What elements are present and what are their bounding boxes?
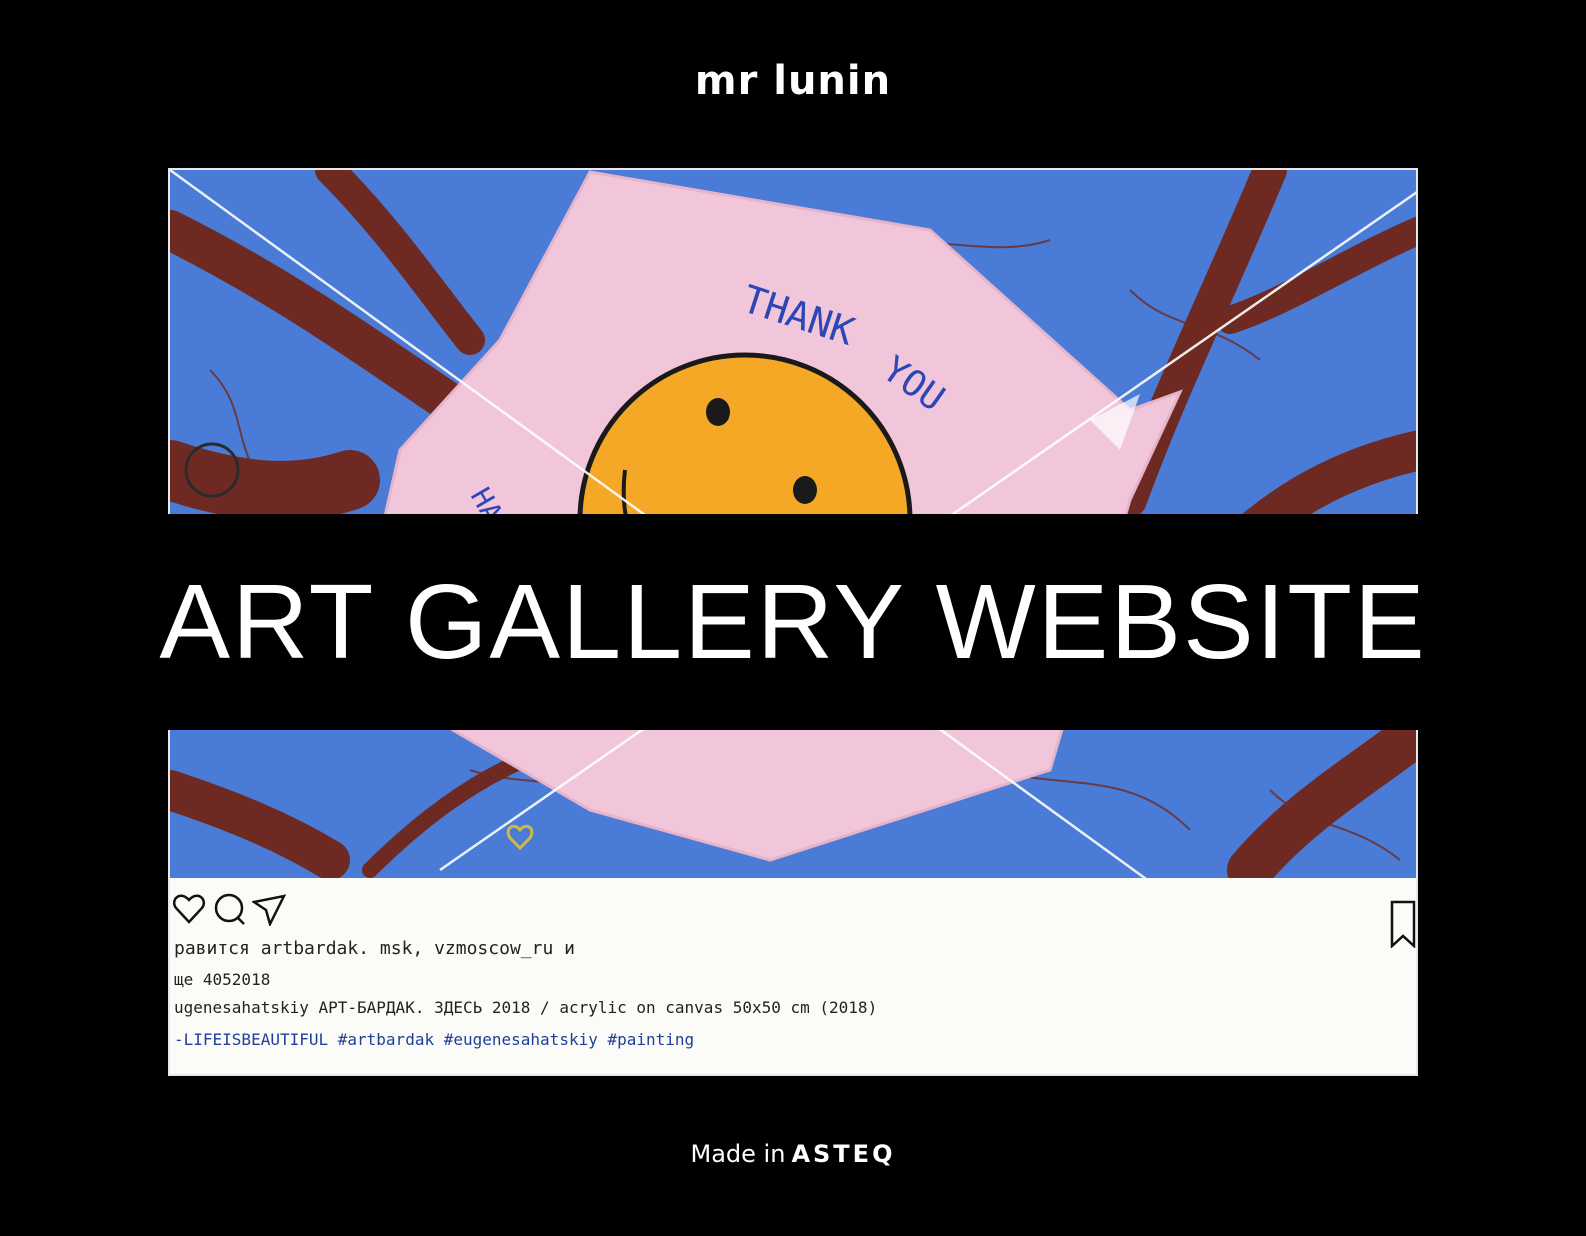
- footer-made-in: Made in: [690, 1140, 786, 1168]
- caption-count: ще 4052018: [174, 970, 271, 989]
- mr-lunin-logo: mr lunin: [694, 58, 892, 104]
- bookmark-icon: [1390, 900, 1416, 948]
- hero-title-band: ART GALLERY WEBSITE: [0, 514, 1586, 730]
- caption-likes: равится artbardak. msk, vzmoscow_ru и: [174, 938, 575, 959]
- comment-icon: [214, 893, 245, 925]
- caption-description: ugenesahatskiy АРТ-БАРДАК. ЗДЕСЬ 2018 / …: [174, 998, 878, 1017]
- caption-card: равится artbardak. msk, vzmoscow_ru и ще…: [170, 878, 1416, 1074]
- page-title: ART GALLERY WEBSITE: [159, 562, 1427, 681]
- post-actions: [172, 892, 286, 926]
- send-icon: [252, 894, 286, 926]
- heart-icon: [172, 894, 206, 924]
- asteq-logo: ASTEQ: [791, 1140, 896, 1168]
- footer-credit: Made in ASTEQ: [0, 1140, 1586, 1168]
- caption-hashtags: -LIFEISBEAUTIFUL #artbardak #eugenesahat…: [174, 1030, 695, 1049]
